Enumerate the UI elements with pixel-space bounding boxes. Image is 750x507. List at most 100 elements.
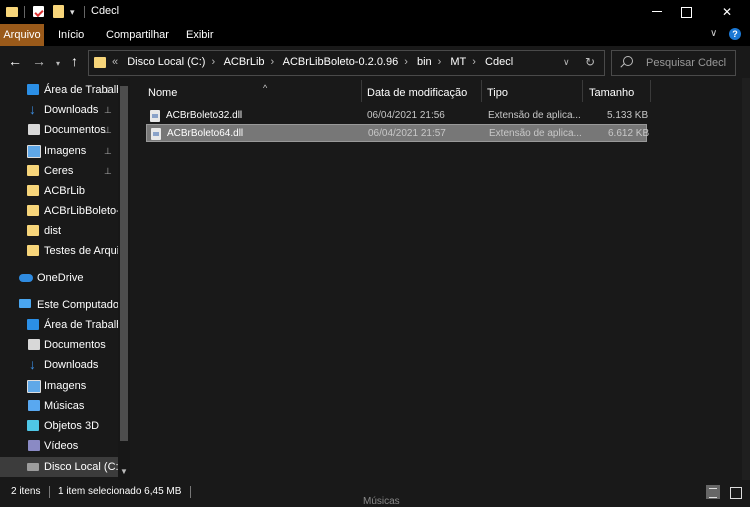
scroll-down-icon[interactable]: ▼ [120, 467, 128, 476]
sidebar-item-acbrlib[interactable]: ACBrLib [0, 181, 118, 201]
sidebar-item-este-computador[interactable]: Este Computador [0, 295, 118, 315]
forward-button[interactable]: → [32, 54, 46, 68]
breadcrumb-item[interactable]: ACBrLibBoleto-0.2.0.96 [283, 56, 399, 68]
divider[interactable] [582, 80, 583, 102]
column-header-name[interactable]: Nome ^ [148, 80, 267, 106]
column-header-date[interactable]: Data de modificação [367, 80, 467, 106]
tab-inicio[interactable]: Início [58, 24, 84, 46]
sidebar-item-videos[interactable]: Vídeos [0, 436, 118, 456]
sidebar-item-label: Downloads [44, 104, 99, 116]
back-button[interactable]: ← [8, 54, 22, 68]
breadcrumb-separator-icon[interactable]: › [211, 56, 215, 68]
sidebar-item-acbrlibboleto[interactable]: ACBrLibBoleto-0.2.0.96 [0, 201, 118, 221]
file-name: ACBrBoleto32.dll [166, 110, 243, 121]
file-type: Extensão de aplica... [489, 128, 582, 139]
sidebar-item-onedrive[interactable]: OneDrive [0, 268, 118, 288]
navigation-pane: Área de Trabalho ⊥ Downloads ⊥ Documento… [0, 78, 130, 480]
onedrive-icon [19, 274, 33, 282]
large-icons-view-icon[interactable] [728, 485, 742, 499]
sidebar-item-dist[interactable]: dist [0, 221, 118, 241]
expand-ribbon-chevron-icon[interactable]: ∨ [710, 28, 717, 39]
close-button[interactable]: ✕ [704, 0, 750, 24]
table-row[interactable]: ACBrBoleto32.dll 06/04/2021 21:56 Extens… [146, 107, 649, 125]
divider [190, 486, 191, 498]
sidebar-item-testes-de-arquivos[interactable]: Testes de Arquivos [0, 241, 118, 261]
breadcrumb-item[interactable]: MT [450, 56, 466, 68]
help-icon[interactable]: ? [729, 28, 741, 40]
title-bar: ▾ Cdecl ✕ [0, 0, 750, 24]
sidebar-item-downloads[interactable]: Downloads ⊥ [0, 100, 118, 120]
sort-ascending-icon: ^ [263, 83, 268, 93]
sidebar-item-label: Ceres [44, 165, 74, 177]
objects-3d-icon [27, 420, 39, 431]
breadcrumb-separator-icon[interactable]: › [472, 56, 476, 68]
file-modified: 06/04/2021 21:56 [367, 110, 445, 121]
breadcrumb-item[interactable]: Cdecl [485, 56, 513, 68]
sidebar-item-documents[interactable]: Documentos [0, 335, 118, 355]
documents-icon [28, 124, 40, 135]
pin-icon: ⊥ [104, 85, 112, 95]
file-name: ACBrBoleto64.dll [167, 128, 244, 139]
scrollbar-thumb[interactable] [120, 86, 128, 441]
address-row: ← → ▾ ↑ « Disco Local (C:) › ACBrLib › ACB… [0, 46, 750, 78]
folder-icon [94, 57, 106, 68]
address-bar[interactable]: « Disco Local (C:) › ACBrLib › ACBrLibBole… [88, 50, 605, 76]
properties-icon[interactable] [33, 6, 44, 17]
sidebar-item-label: Músicas [44, 400, 85, 412]
sidebar-item-desktop[interactable]: Área de Trabalho [0, 315, 118, 335]
sidebar-item-label: Documentos [44, 124, 106, 136]
sidebar-item-documents[interactable]: Documentos ⊥ [0, 120, 118, 140]
address-dropdown-chevron-icon[interactable]: ∨ [563, 57, 570, 68]
divider[interactable] [481, 80, 482, 102]
pin-icon: ⊥ [104, 125, 112, 135]
recent-locations-chevron-icon[interactable]: ▾ [56, 57, 60, 71]
details-view-icon[interactable] [706, 485, 720, 499]
breadcrumb: « Disco Local (C:) › ACBrLib › ACBrLibBole… [112, 56, 519, 68]
customize-quick-access-chevron-icon[interactable]: ▾ [70, 7, 75, 21]
file-list: Nome ^ Data de modificação Tipo Tamanho … [133, 78, 746, 480]
breadcrumb-separator-icon[interactable]: › [404, 56, 408, 68]
search-placeholder: Pesquisar Cdecl [646, 57, 727, 69]
tab-arquivo[interactable]: Arquivo [0, 24, 44, 46]
item-count: 2 itens [11, 486, 41, 497]
sidebar-item-objetos-3d[interactable]: Objetos 3D [0, 416, 118, 436]
search-input[interactable]: Pesquisar Cdecl [611, 50, 736, 76]
folder-icon [27, 205, 39, 216]
sidebar-item-pictures[interactable]: Imagens ⊥ [0, 141, 118, 161]
sidebar-item-music[interactable]: Músicas [0, 396, 118, 416]
folder-icon [27, 165, 39, 176]
breadcrumb-item[interactable]: ACBrLib [224, 56, 265, 68]
sidebar-item-pictures[interactable]: Imagens [0, 376, 118, 396]
breadcrumb-separator-icon[interactable]: › [271, 56, 275, 68]
sidebar-item-ceres[interactable]: Ceres ⊥ [0, 161, 118, 181]
column-header-size[interactable]: Tamanho [589, 80, 634, 106]
desktop-icon [27, 84, 39, 95]
column-header-type[interactable]: Tipo [487, 80, 508, 106]
window-edge [742, 78, 750, 480]
breadcrumb-separator-icon[interactable]: › [438, 56, 442, 68]
divider[interactable] [361, 80, 362, 102]
sidebar-item-desktop[interactable]: Área de Trabalho ⊥ [0, 80, 118, 100]
up-button[interactable]: ↑ [71, 54, 78, 68]
new-folder-icon[interactable] [53, 5, 64, 18]
search-icon [623, 56, 633, 66]
sidebar-item-downloads[interactable]: Downloads [0, 355, 118, 375]
drive-icon [27, 463, 39, 471]
breadcrumb-item[interactable]: Disco Local (C:) [127, 56, 205, 68]
folder-icon [27, 225, 39, 236]
sidebar-item-disco-local[interactable]: Disco Local (C:) [0, 457, 118, 477]
sidebar-item-label: ACBrLib [44, 185, 85, 197]
maximize-button[interactable] [663, 0, 709, 24]
computer-icon [19, 299, 31, 308]
folder-icon [27, 185, 39, 196]
file-type: Extensão de aplica... [488, 110, 581, 121]
divider[interactable] [650, 80, 651, 102]
table-row[interactable]: ACBrBoleto64.dll 06/04/2021 21:57 Extens… [146, 124, 649, 142]
overflow-chevron-icon[interactable]: « [112, 56, 118, 68]
breadcrumb-item[interactable]: bin [417, 56, 432, 68]
refresh-icon[interactable]: ↻ [585, 55, 595, 69]
file-size: 5.133 KB [607, 110, 649, 121]
sidebar-item-label: Documentos [44, 339, 106, 351]
tab-exibir[interactable]: Exibir [186, 24, 214, 46]
tab-compartilhar[interactable]: Compartilhar [106, 24, 169, 46]
